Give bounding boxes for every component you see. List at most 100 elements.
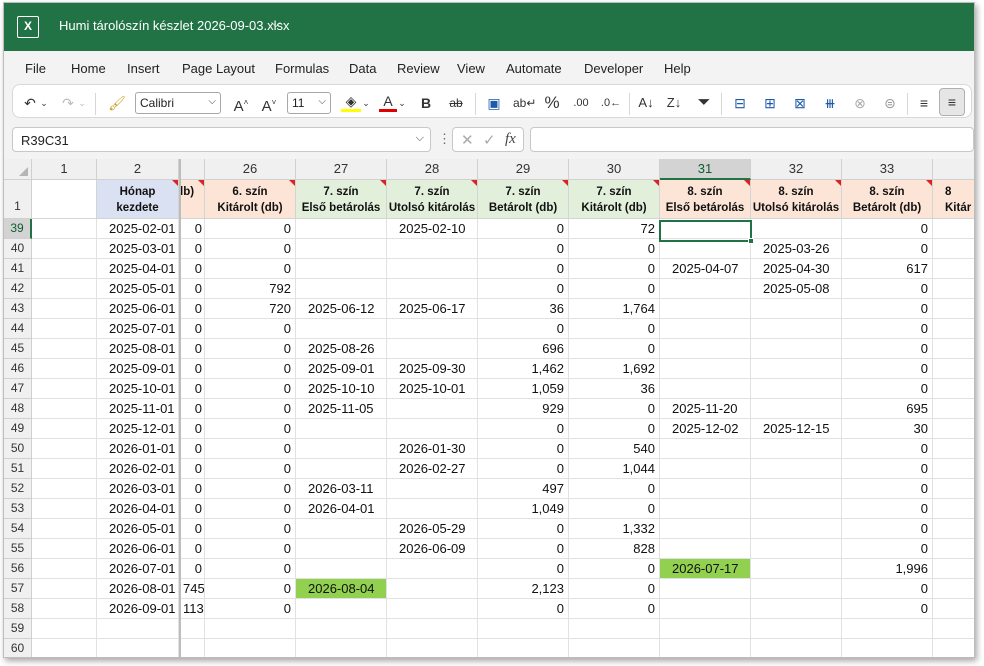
undo-dropdown-icon[interactable]: ⌄ (39, 94, 49, 112)
cell[interactable] (32, 439, 97, 459)
cell[interactable] (660, 279, 751, 299)
cell[interactable]: 0 (179, 459, 205, 479)
header-cell[interactable]: 8. szín Utolsó kitárolás (751, 180, 842, 219)
delete-columns-icon[interactable]: ⊠ (789, 94, 811, 112)
column-header[interactable]: 33 (842, 159, 933, 180)
cell[interactable]: 0 (205, 539, 296, 559)
sort-descending-icon[interactable]: Z↓ (663, 94, 685, 112)
cell[interactable]: 2026-06-01 (97, 539, 179, 559)
cell[interactable]: 2025-06-17 (387, 299, 478, 319)
column-header[interactable] (179, 159, 205, 180)
cell[interactable] (660, 219, 751, 239)
cell[interactable]: 2026-05-29 (387, 519, 478, 539)
cell[interactable]: 2025-12-01 (97, 419, 179, 439)
cell[interactable] (296, 259, 387, 279)
cell[interactable] (660, 379, 751, 399)
cell[interactable] (842, 639, 933, 657)
row-header[interactable]: 56 (4, 559, 32, 579)
header-cell[interactable]: 8 Kitár (933, 180, 974, 219)
row-header[interactable]: 52 (4, 479, 32, 499)
cell[interactable] (660, 599, 751, 619)
cell[interactable]: 0 (179, 379, 205, 399)
cell[interactable] (660, 459, 751, 479)
cell[interactable]: 0 (842, 379, 933, 399)
cell[interactable]: 2025-11-01 (97, 399, 179, 419)
cell[interactable]: 0 (478, 439, 569, 459)
cell[interactable]: 617 (842, 259, 933, 279)
cell[interactable]: 0 (179, 419, 205, 439)
cell[interactable]: 0 (842, 539, 933, 559)
header-cell[interactable]: 8. szín Első betárolás (660, 180, 751, 219)
cell[interactable]: 0 (205, 319, 296, 339)
row-header[interactable]: 41 (4, 259, 32, 279)
cell[interactable] (32, 279, 97, 299)
cell[interactable]: 0 (842, 479, 933, 499)
cell[interactable] (387, 599, 478, 619)
column-header[interactable] (933, 159, 974, 180)
cell[interactable] (32, 539, 97, 559)
cell[interactable]: 0 (205, 259, 296, 279)
cell[interactable]: 2025-05-08 (751, 279, 842, 299)
cell[interactable]: 0 (478, 319, 569, 339)
cell[interactable]: 2026-06-09 (387, 539, 478, 559)
cell[interactable] (32, 499, 97, 519)
cell[interactable] (660, 299, 751, 319)
cell[interactable]: 2026-02-27 (387, 459, 478, 479)
cell[interactable] (933, 299, 974, 319)
cell[interactable]: 1,764 (569, 299, 660, 319)
row-header[interactable]: 39 (4, 219, 32, 239)
cell[interactable] (933, 319, 974, 339)
cell[interactable]: 696 (478, 339, 569, 359)
cell[interactable]: 0 (478, 519, 569, 539)
cell[interactable]: 0 (179, 399, 205, 419)
cell[interactable]: 0 (569, 399, 660, 419)
cell[interactable]: 0 (569, 259, 660, 279)
cell[interactable] (933, 619, 974, 639)
cell[interactable] (97, 619, 179, 639)
tab-developer[interactable]: Developer (584, 61, 643, 76)
cell[interactable]: 2025-09-30 (387, 359, 478, 379)
cell[interactable] (296, 279, 387, 299)
column-header[interactable]: 28 (387, 159, 478, 180)
cell[interactable]: 0 (179, 219, 205, 239)
cell[interactable]: 0 (478, 239, 569, 259)
row-header[interactable]: 44 (4, 319, 32, 339)
cell[interactable] (32, 299, 97, 319)
cell[interactable] (32, 559, 97, 579)
cell[interactable]: 0 (179, 539, 205, 559)
font-color-icon[interactable]: A (379, 94, 397, 112)
tab-data[interactable]: Data (349, 61, 376, 76)
cell[interactable]: 2,123 (478, 579, 569, 599)
cell[interactable] (751, 579, 842, 599)
row-header[interactable]: 47 (4, 379, 32, 399)
cell[interactable]: 2025-12-15 (751, 419, 842, 439)
row-header[interactable]: 53 (4, 499, 32, 519)
header-cell[interactable]: Hónap kezdete (97, 180, 179, 219)
cell[interactable] (387, 559, 478, 579)
cell[interactable] (933, 279, 974, 299)
cell[interactable]: 497 (478, 479, 569, 499)
cell[interactable] (32, 479, 97, 499)
cell[interactable]: 0 (569, 499, 660, 519)
cell[interactable] (660, 339, 751, 359)
cell[interactable] (296, 599, 387, 619)
cell[interactable] (751, 339, 842, 359)
decrease-decimal-icon[interactable]: .0← (599, 94, 623, 112)
cell[interactable]: 1,332 (569, 519, 660, 539)
cell[interactable]: 2025-11-05 (296, 399, 387, 419)
cell[interactable] (933, 259, 974, 279)
row-header[interactable]: 45 (4, 339, 32, 359)
cell[interactable]: 0 (179, 499, 205, 519)
cell[interactable]: 2026-01-01 (97, 439, 179, 459)
increase-font-size-icon[interactable]: A˄ (231, 94, 251, 116)
column-header[interactable]: 2 (97, 159, 179, 180)
cell[interactable]: 0 (569, 559, 660, 579)
cell[interactable]: 36 (569, 379, 660, 399)
row-header[interactable]: 48 (4, 399, 32, 419)
cell[interactable]: 0 (205, 399, 296, 419)
cell[interactable] (751, 359, 842, 379)
cell[interactable] (660, 519, 751, 539)
cell[interactable]: 2025-05-01 (97, 279, 179, 299)
insert-function-icon[interactable]: fx (505, 131, 516, 148)
cell[interactable]: 0 (205, 339, 296, 359)
